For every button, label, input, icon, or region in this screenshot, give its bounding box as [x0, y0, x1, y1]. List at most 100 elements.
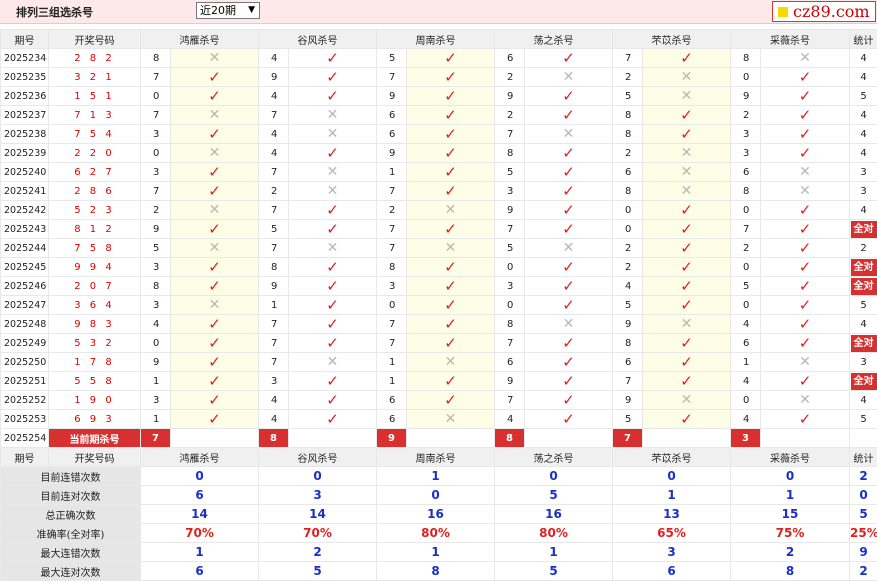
check-icon: ✓ — [799, 125, 812, 143]
kill-number-cell: 8 — [495, 315, 525, 334]
current-kill-number: 8 — [259, 429, 289, 448]
check-icon: ✓ — [444, 49, 457, 67]
chevron-down-icon: ▼ — [248, 3, 255, 18]
check-icon: ✓ — [326, 258, 339, 276]
cross-icon: ✕ — [327, 240, 339, 256]
check-icon: ✓ — [680, 125, 693, 143]
cross-cell: ✕ — [525, 68, 613, 87]
cross-icon: ✕ — [209, 240, 221, 256]
current-kill-spacer — [171, 429, 259, 448]
stat-cell: 3 — [850, 353, 877, 372]
check-icon: ✓ — [444, 277, 457, 295]
page-title: 排列三组选杀号 — [16, 4, 93, 20]
check-icon: ✓ — [326, 334, 339, 352]
stat-cell: 全对 — [850, 258, 877, 277]
kill-number-cell: 7 — [141, 68, 171, 87]
stats-value: 1 — [495, 543, 613, 562]
kill-number-cell: 6 — [377, 391, 407, 410]
kill-number-cell: 3 — [141, 296, 171, 315]
col-period: 期号 — [1, 448, 49, 467]
check-icon: ✓ — [799, 334, 812, 352]
cross-cell: ✕ — [643, 182, 731, 201]
table-row: 20252501 7 89✓7✕1✕6✓6✓1✕3 — [1, 353, 877, 372]
kill-number-cell: 0 — [613, 201, 643, 220]
check-icon: ✓ — [444, 125, 457, 143]
kill-number-cell: 3 — [377, 277, 407, 296]
kill-number-cell: 2 — [495, 106, 525, 125]
kill-number-cell: 7 — [377, 68, 407, 87]
check-icon: ✓ — [799, 372, 812, 390]
check-cell: ✓ — [407, 315, 495, 334]
check-icon: ✓ — [326, 201, 339, 219]
check-icon: ✓ — [444, 372, 457, 390]
kill-number-cell: 3 — [731, 144, 761, 163]
col-expert: 周南杀号 — [377, 448, 495, 467]
stats-value: 2 — [259, 543, 377, 562]
stat-cell: 4 — [850, 68, 877, 87]
check-icon: ✓ — [799, 315, 812, 333]
check-cell: ✓ — [761, 106, 850, 125]
check-cell: ✓ — [289, 49, 377, 68]
cross-icon: ✕ — [799, 354, 811, 370]
check-cell: ✓ — [761, 277, 850, 296]
cross-icon: ✕ — [563, 240, 575, 256]
check-icon: ✓ — [680, 239, 693, 257]
check-cell: ✓ — [289, 144, 377, 163]
kill-number-cell: 1 — [377, 163, 407, 182]
current-kill-number: 3 — [731, 429, 761, 448]
stats-value: 0 — [259, 467, 377, 486]
stat-cell: 全对 — [850, 334, 877, 353]
period-range-select[interactable]: 近20期▼ — [196, 2, 260, 19]
stats-row: 目前连对次数6305110 — [1, 486, 877, 505]
stat-cell: 4 — [850, 201, 877, 220]
kill-number-cell: 7 — [259, 163, 289, 182]
check-cell: ✓ — [525, 277, 613, 296]
kill-number-cell: 7 — [259, 239, 289, 258]
kill-number-cell: 2 — [259, 182, 289, 201]
check-icon: ✓ — [208, 258, 221, 276]
period-cell: 2025244 — [1, 239, 49, 258]
check-icon: ✓ — [208, 372, 221, 390]
kill-number-cell: 8 — [731, 49, 761, 68]
kill-number-cell: 9 — [495, 87, 525, 106]
check-cell: ✓ — [407, 334, 495, 353]
check-icon: ✓ — [326, 410, 339, 428]
check-cell: ✓ — [761, 334, 850, 353]
cross-cell: ✕ — [289, 163, 377, 182]
check-icon: ✓ — [799, 296, 812, 314]
stats-value: 2 — [731, 543, 850, 562]
check-cell: ✓ — [171, 163, 259, 182]
kill-number-cell: 4 — [259, 49, 289, 68]
draw-number-cell: 1 9 0 — [49, 391, 141, 410]
check-cell: ✓ — [761, 410, 850, 429]
stats-value: 15 — [731, 505, 850, 524]
stat-count: 3 — [860, 186, 866, 197]
check-cell: ✓ — [525, 296, 613, 315]
col-expert: 荡之杀号 — [495, 448, 613, 467]
kill-number-cell: 5 — [613, 296, 643, 315]
cross-cell: ✕ — [525, 125, 613, 144]
check-cell: ✓ — [761, 68, 850, 87]
check-icon: ✓ — [562, 144, 575, 162]
stat-cell: 全对 — [850, 372, 877, 391]
draw-number-cell: 1 5 1 — [49, 87, 141, 106]
kill-number-cell: 0 — [141, 334, 171, 353]
col-expert: 谷风杀号 — [259, 30, 377, 49]
kill-number-cell: 2 — [613, 68, 643, 87]
stats-value: 16 — [495, 505, 613, 524]
check-cell: ✓ — [407, 220, 495, 239]
period-cell: 2025240 — [1, 163, 49, 182]
col-stat: 统计 — [850, 448, 877, 467]
check-icon: ✓ — [680, 296, 693, 314]
stat-count: 4 — [860, 53, 866, 64]
check-cell: ✓ — [289, 68, 377, 87]
col-period: 期号 — [1, 30, 49, 49]
site-logo[interactable]: cz89.com — [772, 1, 876, 22]
cross-icon: ✕ — [327, 183, 339, 199]
stat-count: 4 — [860, 205, 866, 216]
check-cell: ✓ — [289, 87, 377, 106]
check-cell: ✓ — [525, 258, 613, 277]
cross-cell: ✕ — [643, 87, 731, 106]
cross-cell: ✕ — [643, 315, 731, 334]
check-cell: ✓ — [643, 239, 731, 258]
